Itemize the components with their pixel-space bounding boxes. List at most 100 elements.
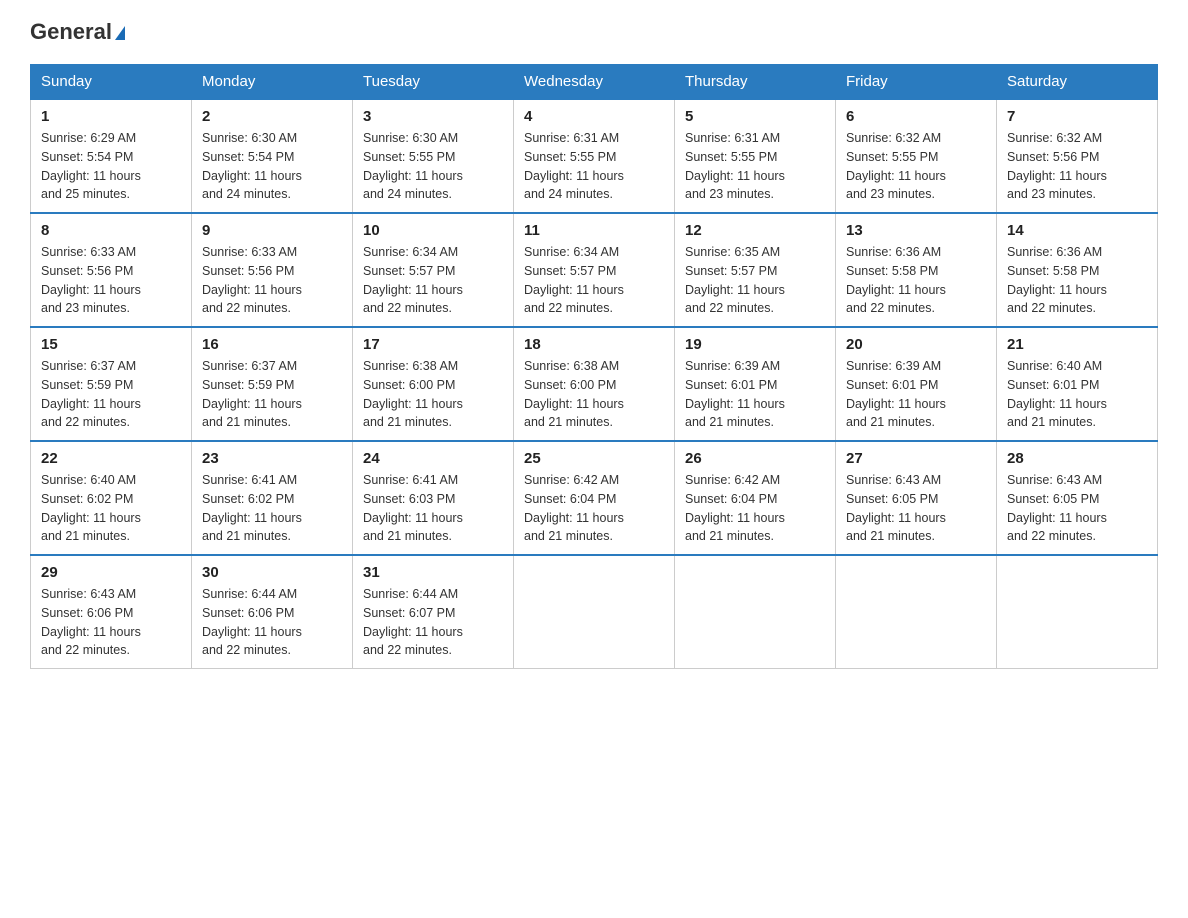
calendar-day-cell: 11 Sunrise: 6:34 AMSunset: 5:57 PMDaylig… [514,213,675,327]
calendar-day-cell: 29 Sunrise: 6:43 AMSunset: 6:06 PMDaylig… [31,555,192,669]
day-detail: Sunrise: 6:31 AMSunset: 5:55 PMDaylight:… [524,129,664,204]
day-number: 2 [202,108,342,125]
calendar-day-cell: 2 Sunrise: 6:30 AMSunset: 5:54 PMDayligh… [192,99,353,213]
day-number: 21 [1007,336,1147,353]
day-number: 8 [41,222,181,239]
day-number: 12 [685,222,825,239]
calendar-day-cell: 28 Sunrise: 6:43 AMSunset: 6:05 PMDaylig… [997,441,1158,555]
day-number: 16 [202,336,342,353]
day-number: 24 [363,450,503,467]
day-number: 7 [1007,108,1147,125]
calendar-day-cell: 23 Sunrise: 6:41 AMSunset: 6:02 PMDaylig… [192,441,353,555]
day-number: 31 [363,564,503,581]
day-detail: Sunrise: 6:40 AMSunset: 6:01 PMDaylight:… [1007,357,1147,432]
calendar-day-cell: 3 Sunrise: 6:30 AMSunset: 5:55 PMDayligh… [353,99,514,213]
day-detail: Sunrise: 6:43 AMSunset: 6:05 PMDaylight:… [846,471,986,546]
day-detail: Sunrise: 6:44 AMSunset: 6:06 PMDaylight:… [202,585,342,660]
calendar-day-cell: 12 Sunrise: 6:35 AMSunset: 5:57 PMDaylig… [675,213,836,327]
calendar-day-cell: 8 Sunrise: 6:33 AMSunset: 5:56 PMDayligh… [31,213,192,327]
calendar-day-cell: 18 Sunrise: 6:38 AMSunset: 6:00 PMDaylig… [514,327,675,441]
day-detail: Sunrise: 6:29 AMSunset: 5:54 PMDaylight:… [41,129,181,204]
calendar-header-thursday: Thursday [675,65,836,100]
day-detail: Sunrise: 6:42 AMSunset: 6:04 PMDaylight:… [524,471,664,546]
calendar-day-cell: 6 Sunrise: 6:32 AMSunset: 5:55 PMDayligh… [836,99,997,213]
day-detail: Sunrise: 6:30 AMSunset: 5:54 PMDaylight:… [202,129,342,204]
calendar-day-cell: 13 Sunrise: 6:36 AMSunset: 5:58 PMDaylig… [836,213,997,327]
calendar-day-cell: 22 Sunrise: 6:40 AMSunset: 6:02 PMDaylig… [31,441,192,555]
day-detail: Sunrise: 6:41 AMSunset: 6:02 PMDaylight:… [202,471,342,546]
calendar-day-cell: 31 Sunrise: 6:44 AMSunset: 6:07 PMDaylig… [353,555,514,669]
calendar-header-row: SundayMondayTuesdayWednesdayThursdayFrid… [31,65,1158,100]
calendar-day-cell: 19 Sunrise: 6:39 AMSunset: 6:01 PMDaylig… [675,327,836,441]
calendar-day-cell: 7 Sunrise: 6:32 AMSunset: 5:56 PMDayligh… [997,99,1158,213]
calendar-day-cell: 15 Sunrise: 6:37 AMSunset: 5:59 PMDaylig… [31,327,192,441]
logo: General [30,20,125,44]
day-number: 18 [524,336,664,353]
day-detail: Sunrise: 6:44 AMSunset: 6:07 PMDaylight:… [363,585,503,660]
day-number: 4 [524,108,664,125]
day-number: 17 [363,336,503,353]
day-number: 20 [846,336,986,353]
calendar-empty-cell [836,555,997,669]
day-detail: Sunrise: 6:31 AMSunset: 5:55 PMDaylight:… [685,129,825,204]
day-detail: Sunrise: 6:34 AMSunset: 5:57 PMDaylight:… [363,243,503,318]
calendar-day-cell: 30 Sunrise: 6:44 AMSunset: 6:06 PMDaylig… [192,555,353,669]
calendar-week-row: 8 Sunrise: 6:33 AMSunset: 5:56 PMDayligh… [31,213,1158,327]
day-detail: Sunrise: 6:32 AMSunset: 5:56 PMDaylight:… [1007,129,1147,204]
calendar-empty-cell [675,555,836,669]
calendar-day-cell: 24 Sunrise: 6:41 AMSunset: 6:03 PMDaylig… [353,441,514,555]
calendar-header-monday: Monday [192,65,353,100]
day-detail: Sunrise: 6:32 AMSunset: 5:55 PMDaylight:… [846,129,986,204]
calendar-day-cell: 16 Sunrise: 6:37 AMSunset: 5:59 PMDaylig… [192,327,353,441]
day-detail: Sunrise: 6:33 AMSunset: 5:56 PMDaylight:… [202,243,342,318]
day-detail: Sunrise: 6:43 AMSunset: 6:05 PMDaylight:… [1007,471,1147,546]
calendar-day-cell: 25 Sunrise: 6:42 AMSunset: 6:04 PMDaylig… [514,441,675,555]
day-number: 10 [363,222,503,239]
calendar-day-cell: 17 Sunrise: 6:38 AMSunset: 6:00 PMDaylig… [353,327,514,441]
day-number: 1 [41,108,181,125]
day-number: 27 [846,450,986,467]
day-number: 15 [41,336,181,353]
day-detail: Sunrise: 6:43 AMSunset: 6:06 PMDaylight:… [41,585,181,660]
calendar-day-cell: 1 Sunrise: 6:29 AMSunset: 5:54 PMDayligh… [31,99,192,213]
calendar-day-cell: 4 Sunrise: 6:31 AMSunset: 5:55 PMDayligh… [514,99,675,213]
day-number: 28 [1007,450,1147,467]
day-detail: Sunrise: 6:42 AMSunset: 6:04 PMDaylight:… [685,471,825,546]
calendar-day-cell: 10 Sunrise: 6:34 AMSunset: 5:57 PMDaylig… [353,213,514,327]
calendar-day-cell: 9 Sunrise: 6:33 AMSunset: 5:56 PMDayligh… [192,213,353,327]
day-number: 9 [202,222,342,239]
page-header: General [30,20,1158,44]
day-number: 14 [1007,222,1147,239]
calendar-header-tuesday: Tuesday [353,65,514,100]
calendar-empty-cell [997,555,1158,669]
calendar-day-cell: 26 Sunrise: 6:42 AMSunset: 6:04 PMDaylig… [675,441,836,555]
day-detail: Sunrise: 6:38 AMSunset: 6:00 PMDaylight:… [363,357,503,432]
day-number: 22 [41,450,181,467]
day-detail: Sunrise: 6:39 AMSunset: 6:01 PMDaylight:… [846,357,986,432]
day-detail: Sunrise: 6:30 AMSunset: 5:55 PMDaylight:… [363,129,503,204]
calendar-week-row: 29 Sunrise: 6:43 AMSunset: 6:06 PMDaylig… [31,555,1158,669]
calendar-week-row: 1 Sunrise: 6:29 AMSunset: 5:54 PMDayligh… [31,99,1158,213]
day-detail: Sunrise: 6:36 AMSunset: 5:58 PMDaylight:… [1007,243,1147,318]
day-number: 30 [202,564,342,581]
calendar-day-cell: 20 Sunrise: 6:39 AMSunset: 6:01 PMDaylig… [836,327,997,441]
day-number: 25 [524,450,664,467]
logo-triangle-icon [115,26,125,40]
day-detail: Sunrise: 6:37 AMSunset: 5:59 PMDaylight:… [41,357,181,432]
day-detail: Sunrise: 6:41 AMSunset: 6:03 PMDaylight:… [363,471,503,546]
calendar-day-cell: 14 Sunrise: 6:36 AMSunset: 5:58 PMDaylig… [997,213,1158,327]
day-number: 23 [202,450,342,467]
day-detail: Sunrise: 6:40 AMSunset: 6:02 PMDaylight:… [41,471,181,546]
day-number: 19 [685,336,825,353]
day-detail: Sunrise: 6:39 AMSunset: 6:01 PMDaylight:… [685,357,825,432]
day-number: 29 [41,564,181,581]
day-detail: Sunrise: 6:38 AMSunset: 6:00 PMDaylight:… [524,357,664,432]
calendar-header-wednesday: Wednesday [514,65,675,100]
calendar-table: SundayMondayTuesdayWednesdayThursdayFrid… [30,64,1158,669]
calendar-header-saturday: Saturday [997,65,1158,100]
day-detail: Sunrise: 6:37 AMSunset: 5:59 PMDaylight:… [202,357,342,432]
day-detail: Sunrise: 6:33 AMSunset: 5:56 PMDaylight:… [41,243,181,318]
day-number: 26 [685,450,825,467]
calendar-day-cell: 21 Sunrise: 6:40 AMSunset: 6:01 PMDaylig… [997,327,1158,441]
calendar-day-cell: 5 Sunrise: 6:31 AMSunset: 5:55 PMDayligh… [675,99,836,213]
